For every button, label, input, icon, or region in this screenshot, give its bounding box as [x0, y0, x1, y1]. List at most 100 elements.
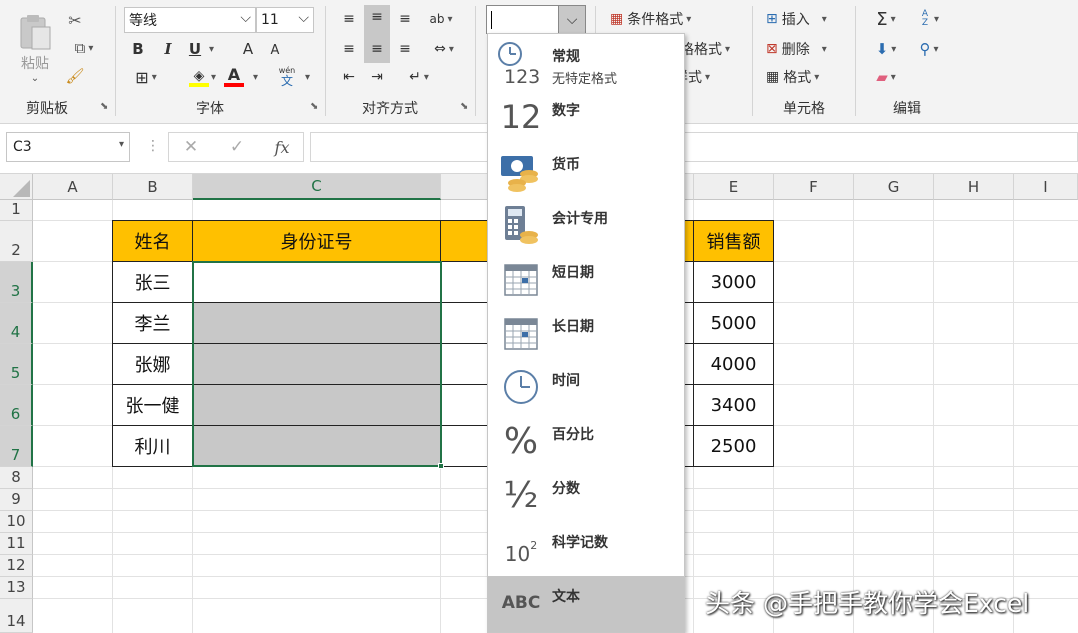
format-item-long-date[interactable]: 长日期 [488, 306, 684, 360]
scientific-icon: 10 2 [504, 539, 538, 566]
format-item-fraction[interactable]: ½ 分数 [488, 468, 684, 522]
font-launcher-icon[interactable]: ⬊ [310, 101, 318, 112]
name-cell[interactable]: 张三 [113, 262, 193, 303]
orientation-button[interactable]: ab ▾ [424, 8, 458, 30]
autosum-button[interactable]: Σ ▾ [866, 8, 906, 30]
row-header-2[interactable]: 2 [0, 221, 33, 262]
row-header-9[interactable]: 9 [0, 489, 33, 511]
format-label: 短日期 [552, 265, 594, 281]
name-cell[interactable]: 李兰 [113, 303, 193, 344]
column-header-i[interactable]: I [1014, 174, 1078, 200]
enter-button[interactable]: ✓ [224, 136, 250, 158]
format-item-percent[interactable]: % 百分比 [488, 414, 684, 468]
format-item-scientific[interactable]: 10 2 科学记数 [488, 522, 684, 576]
sales-cell[interactable]: 3000 [694, 262, 774, 303]
underline-button[interactable]: U [186, 38, 204, 60]
row-header-7[interactable]: 7 [0, 426, 33, 467]
decrease-indent-button[interactable]: ⇤ [338, 66, 360, 88]
column-header-e[interactable]: E [694, 174, 774, 200]
merge-button[interactable]: ⇔ ▾ [424, 38, 464, 60]
row-header-11[interactable]: 11 [0, 533, 33, 555]
font-size-value: 11 [261, 12, 279, 28]
row-header-6[interactable]: 6 [0, 385, 33, 426]
row-header-1[interactable]: 1 [0, 200, 33, 221]
alignment-launcher-icon[interactable]: ⬊ [460, 101, 468, 112]
clipboard-launcher-icon[interactable]: ⬊ [100, 101, 108, 112]
font-size-combo[interactable]: 11 ⌵ [256, 7, 314, 33]
conditional-format-button[interactable]: ▦ 条件格式 ▾ [610, 8, 710, 30]
row-header-3[interactable]: 3 [0, 262, 33, 303]
scissors-icon: ✂ [68, 10, 82, 30]
find-select-button[interactable]: ⚲ ▾ [910, 38, 948, 60]
format-item-text[interactable]: ABC 文本 [488, 576, 684, 632]
orientation-icon: ab [429, 12, 445, 26]
format-painter-button[interactable]: 🖌 [64, 66, 86, 86]
chevron-down-icon: ▾ [118, 139, 124, 150]
font-color-button[interactable]: A [222, 64, 246, 90]
format-item-time[interactable]: 时间 [488, 360, 684, 414]
align-center-button[interactable]: ≡ [366, 38, 388, 60]
format-cells-button[interactable]: ▦ 格式 ▾ [766, 66, 844, 88]
sales-cell[interactable]: 5000 [694, 303, 774, 344]
row-header-10[interactable]: 10 [0, 511, 33, 533]
sales-cell[interactable]: 2500 [694, 426, 774, 467]
shrink-font-button[interactable]: A [266, 40, 284, 60]
row-header-4[interactable]: 4 [0, 303, 33, 344]
format-item-number[interactable]: 12 数字 [488, 90, 684, 144]
row-header-12[interactable]: 12 [0, 555, 33, 577]
italic-button[interactable]: I [158, 38, 178, 60]
column-header-c[interactable]: C [193, 174, 441, 200]
name-cell[interactable]: 利川 [113, 426, 193, 467]
align-left-button[interactable]: ≡ [338, 38, 360, 60]
copy-button[interactable]: ⧉ ▾ [64, 38, 104, 58]
row-header-13[interactable]: 13 [0, 577, 33, 599]
select-all-corner[interactable] [0, 174, 33, 200]
align-bottom-icon: ≡ [399, 11, 411, 27]
search-icon: ⚲ [919, 40, 931, 58]
clear-button[interactable]: ▰ ▾ [866, 66, 906, 88]
insert-function-button[interactable]: fx [268, 136, 296, 158]
borders-button[interactable]: ⊞ ▾ [128, 66, 164, 88]
cell-styles-button[interactable]: 样式▾ [680, 66, 726, 88]
sales-cell[interactable]: 3400 [694, 385, 774, 426]
paste-button[interactable]: 粘贴 ⌄ [12, 8, 58, 88]
format-item-currency[interactable]: 货币 [488, 144, 684, 198]
sort-filter-button[interactable]: A Z ▾ [910, 8, 948, 30]
number-format-dropdown-button[interactable]: ⌵ [558, 5, 586, 34]
phonetic-button[interactable]: wén 文 [274, 64, 300, 90]
fill-button[interactable]: ⬇ ▾ [866, 38, 906, 60]
format-item-short-date[interactable]: 短日期 [488, 252, 684, 306]
row-header-8[interactable]: 8 [0, 467, 33, 489]
align-right-button[interactable]: ≡ [394, 38, 416, 60]
column-header-h[interactable]: H [934, 174, 1014, 200]
sales-cell[interactable]: 4000 [694, 344, 774, 385]
increase-indent-button[interactable]: ⇥ [366, 66, 388, 88]
format-item-general[interactable]: 123 常规 无特定格式 [488, 36, 684, 90]
row-header-5[interactable]: 5 [0, 344, 33, 385]
font-name-combo[interactable]: 等线 ⌵ [124, 7, 256, 33]
format-item-accounting[interactable]: 会计专用 [488, 198, 684, 252]
name-cell[interactable]: 张娜 [113, 344, 193, 385]
insert-cells-button[interactable]: ⊞ 插入 ▾ [766, 8, 844, 30]
formula-input[interactable] [310, 132, 1078, 162]
grow-font-button[interactable]: A [238, 38, 258, 60]
header-cell-id[interactable]: 身份证号 [193, 221, 441, 262]
column-header-b[interactable]: B [113, 174, 193, 200]
format-as-table-button[interactable]: 格格式 ▾ [680, 38, 740, 60]
name-box[interactable]: C3 ▾ [6, 132, 130, 162]
header-cell-sales[interactable]: 销售额 [694, 221, 774, 262]
wrap-text-button[interactable]: ↵ ▾ [402, 66, 436, 88]
column-header-g[interactable]: G [854, 174, 934, 200]
bold-button[interactable]: B [128, 38, 148, 60]
cut-button[interactable]: ✂ [64, 10, 86, 30]
column-header-f[interactable]: F [774, 174, 854, 200]
align-bottom-button[interactable]: ≡ [394, 8, 416, 30]
header-cell-name[interactable]: 姓名 [113, 221, 193, 262]
align-top-button[interactable]: ≡ [338, 8, 360, 30]
name-cell[interactable]: 张一健 [113, 385, 193, 426]
cancel-button[interactable]: ✕ [178, 136, 204, 158]
delete-cells-button[interactable]: ⊠ 删除 ▾ [766, 38, 844, 60]
row-header-14[interactable]: 14 [0, 599, 33, 633]
column-header-a[interactable]: A [33, 174, 113, 200]
fill-handle[interactable] [438, 463, 444, 469]
